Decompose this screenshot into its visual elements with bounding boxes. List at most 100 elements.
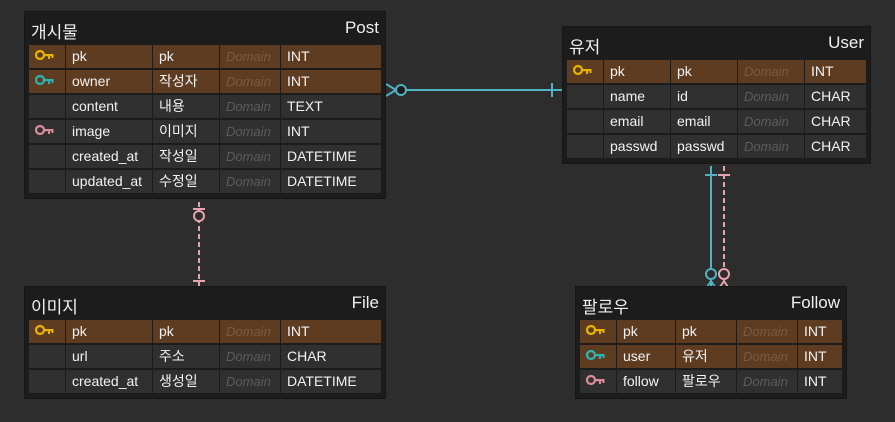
column-row[interactable]: name id Domain CHAR: [567, 84, 866, 109]
entity-header[interactable]: 팔로우 Follow: [576, 287, 846, 319]
column-domain: Domain: [738, 85, 804, 108]
entity-header[interactable]: 이미지 File: [25, 287, 385, 319]
column-domain: Domain: [220, 345, 280, 368]
column-logical-name: 팔로우: [676, 370, 736, 393]
column-logical-name: 주소: [153, 345, 219, 368]
key-icon-cell: [29, 70, 65, 93]
pk-key-icon: [573, 60, 593, 83]
entity-physical-name: User: [828, 33, 864, 52]
column-row[interactable]: pk pk Domain INT: [580, 319, 842, 344]
column-logical-name: 내용: [153, 95, 219, 118]
column-logical-name: passwd: [671, 135, 737, 158]
pk-key-icon: [586, 320, 606, 343]
column-logical-name: 유저: [676, 345, 736, 368]
relationship-user-post[interactable]: [385, 83, 563, 97]
entity-header[interactable]: 유저 User: [563, 27, 870, 59]
column-list: pk pk Domain INT name id Domain CHAR email email D…: [563, 59, 870, 163]
key-icon-cell: [580, 370, 616, 393]
fk-key-icon: [35, 70, 55, 93]
key-icon-cell: [567, 60, 603, 83]
pfk-key-icon: [586, 370, 606, 393]
column-row[interactable]: pk pk Domain INT: [567, 59, 866, 84]
column-data-type: INT: [798, 370, 842, 393]
column-row[interactable]: updated_at 수정일 Domain DATETIME: [29, 169, 381, 194]
column-physical-name: passwd: [604, 135, 670, 158]
column-physical-name: pk: [604, 60, 670, 83]
column-physical-name: name: [604, 85, 670, 108]
column-data-type: CHAR: [805, 110, 866, 133]
column-row[interactable]: created_at 작성일 Domain DATETIME: [29, 144, 381, 169]
pfk-key-icon: [35, 120, 55, 143]
column-logical-name: 수정일: [153, 170, 219, 193]
column-list: pk pk Domain INT owner 작성자 Domain INT content 내용 D…: [25, 44, 385, 198]
key-icon-cell: [29, 370, 65, 393]
entity-follow[interactable]: 팔로우 Follow pk pk Domain INT user 유저 Domain INT f…: [576, 287, 846, 398]
column-row[interactable]: owner 작성자 Domain INT: [29, 69, 381, 94]
column-data-type: DATETIME: [281, 145, 381, 168]
column-row[interactable]: pk pk Domain INT: [29, 44, 381, 69]
column-domain: Domain: [738, 110, 804, 133]
column-row[interactable]: image 이미지 Domain INT: [29, 119, 381, 144]
key-icon-cell: [29, 145, 65, 168]
key-icon-cell: [29, 120, 65, 143]
column-data-type: DATETIME: [281, 170, 381, 193]
column-domain: Domain: [220, 370, 280, 393]
key-icon-cell: [580, 320, 616, 343]
column-domain: Domain: [737, 370, 797, 393]
relationship-file-post[interactable]: [193, 202, 205, 290]
column-row[interactable]: url 주소 Domain CHAR: [29, 344, 381, 369]
entity-physical-name: Follow: [790, 293, 840, 312]
column-data-type: CHAR: [805, 85, 866, 108]
entity-header[interactable]: 개시물 Post: [25, 12, 385, 44]
column-physical-name: url: [66, 345, 152, 368]
column-row[interactable]: user 유저 Domain INT: [580, 344, 842, 369]
column-row[interactable]: follow 팔로우 Domain INT: [580, 369, 842, 394]
column-physical-name: pk: [66, 45, 152, 68]
key-icon-cell: [29, 95, 65, 118]
pk-key-icon: [35, 320, 55, 343]
column-physical-name: created_at: [66, 370, 152, 393]
key-icon-cell: [567, 85, 603, 108]
column-row[interactable]: passwd passwd Domain CHAR: [567, 134, 866, 159]
column-logical-name: pk: [671, 60, 737, 83]
column-data-type: INT: [281, 70, 381, 93]
column-data-type: INT: [805, 60, 866, 83]
column-row[interactable]: pk pk Domain INT: [29, 319, 381, 344]
entity-logical-name: 개시물: [31, 23, 78, 43]
column-logical-name: id: [671, 85, 737, 108]
column-logical-name: 작성일: [153, 145, 219, 168]
column-physical-name: user: [617, 345, 675, 368]
pk-key-icon: [35, 45, 55, 68]
column-physical-name: updated_at: [66, 170, 152, 193]
relationship-user-follow-user[interactable]: [704, 166, 718, 291]
column-logical-name: 생성일: [153, 370, 219, 393]
column-physical-name: follow: [617, 370, 675, 393]
column-domain: Domain: [220, 45, 280, 68]
key-icon-cell: [29, 320, 65, 343]
column-data-type: INT: [281, 120, 381, 143]
column-logical-name: email: [671, 110, 737, 133]
column-physical-name: content: [66, 95, 152, 118]
column-physical-name: pk: [66, 320, 152, 343]
column-domain: Domain: [737, 320, 797, 343]
column-physical-name: image: [66, 120, 152, 143]
entity-logical-name: 팔로우: [582, 298, 629, 318]
column-domain: Domain: [220, 170, 280, 193]
key-icon-cell: [29, 170, 65, 193]
column-row[interactable]: content 내용 Domain TEXT: [29, 94, 381, 119]
entity-file[interactable]: 이미지 File pk pk Domain INT url 주소 Domain CHAR cre…: [25, 287, 385, 398]
entity-user[interactable]: 유저 User pk pk Domain INT name id Domain CHAR ema…: [563, 27, 870, 163]
column-physical-name: owner: [66, 70, 152, 93]
column-data-type: INT: [281, 320, 381, 343]
column-logical-name: 작성자: [153, 70, 219, 93]
entity-physical-name: File: [351, 293, 379, 312]
column-row[interactable]: created_at 생성일 Domain DATETIME: [29, 369, 381, 394]
column-row[interactable]: email email Domain CHAR: [567, 109, 866, 134]
column-physical-name: email: [604, 110, 670, 133]
column-domain: Domain: [220, 70, 280, 93]
column-logical-name: 이미지: [153, 120, 219, 143]
column-logical-name: pk: [153, 45, 219, 68]
relationship-user-follow-follow[interactable]: [717, 166, 731, 291]
column-domain: Domain: [220, 120, 280, 143]
entity-post[interactable]: 개시물 Post pk pk Domain INT owner 작성자 Domain INT c…: [25, 12, 385, 198]
